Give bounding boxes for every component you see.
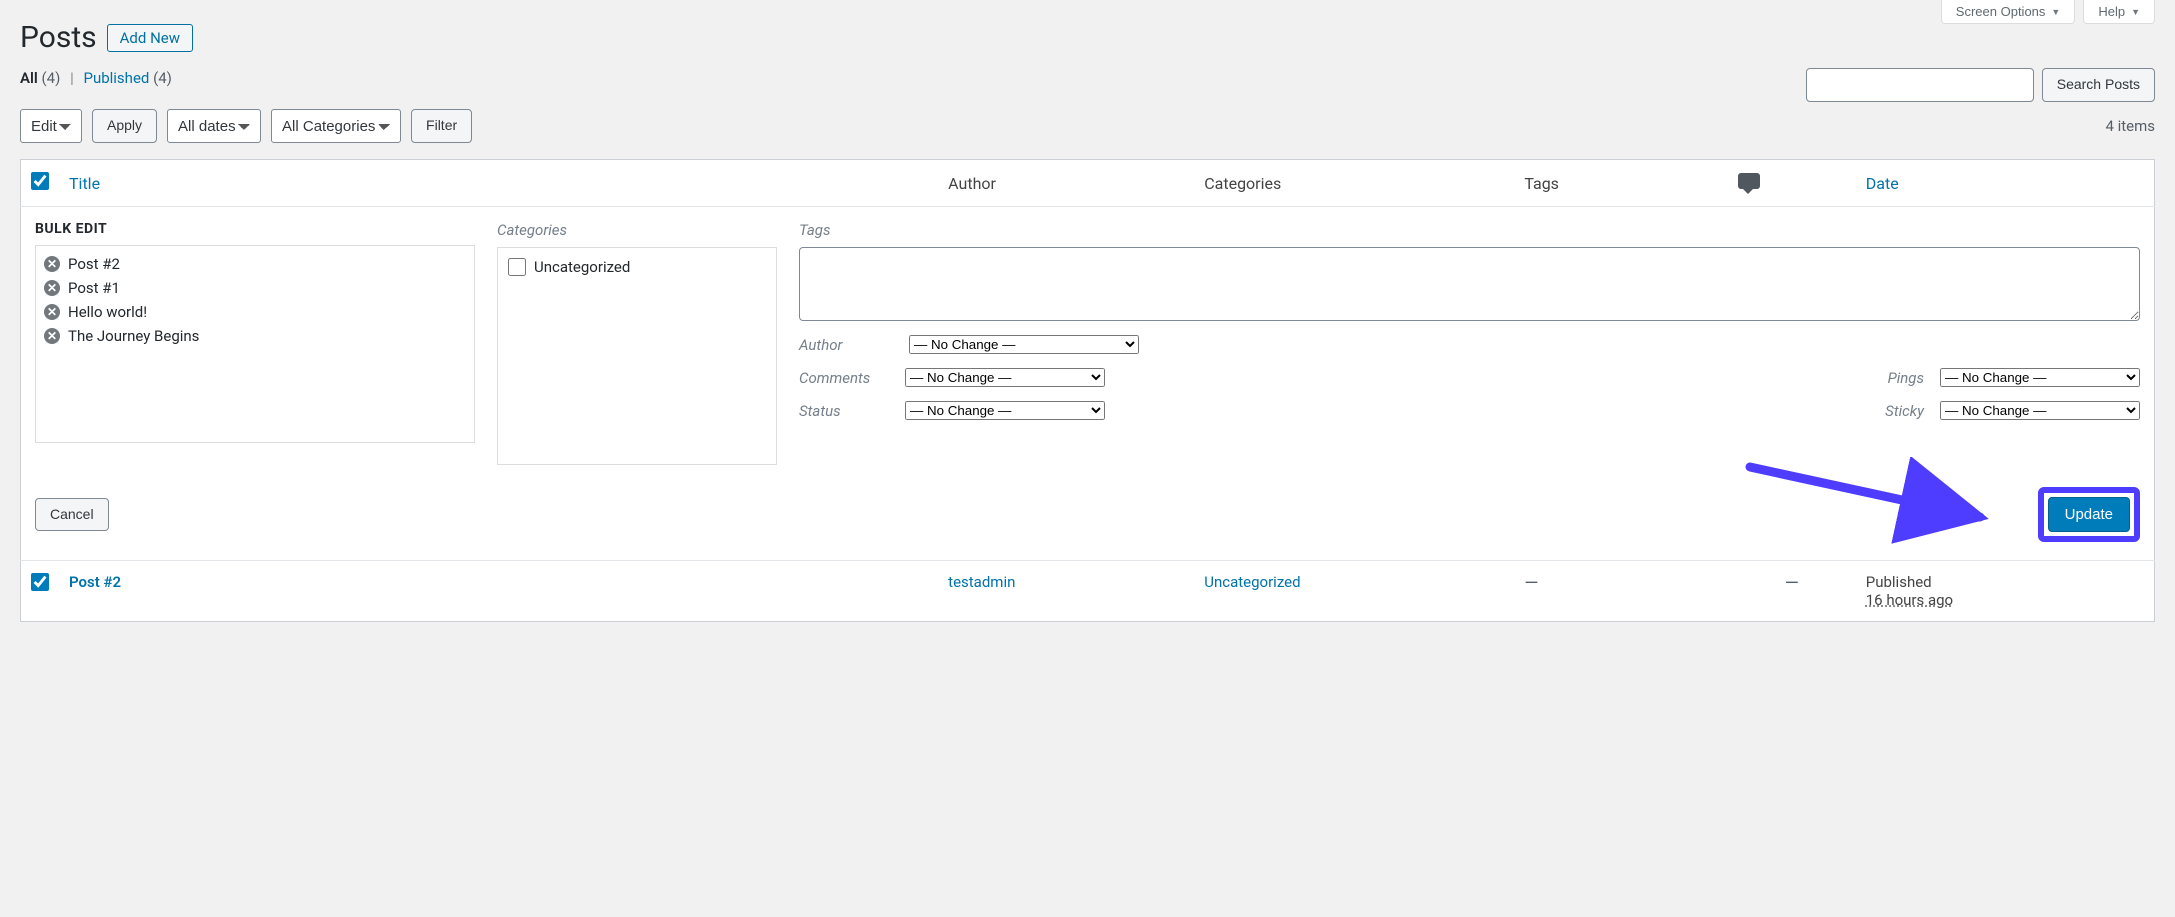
comments-label: Comments (799, 369, 889, 387)
status-label: Status (799, 402, 889, 420)
remove-icon[interactable]: ✕ (44, 256, 60, 272)
column-title[interactable]: Title (69, 174, 100, 193)
view-all-count: (4) (42, 69, 61, 87)
screen-options-label: Screen Options (1956, 4, 2046, 19)
cancel-button[interactable]: Cancel (35, 498, 109, 532)
view-published-count: (4) (153, 69, 172, 87)
row-title-link[interactable]: Post #2 (69, 573, 121, 591)
bulk-titles-list[interactable]: ✕ Post #2 ✕ Post #1 ✕ Hello world! (35, 245, 475, 443)
help-label: Help (2098, 4, 2125, 19)
view-all-label[interactable]: All (20, 69, 38, 87)
row-comments: — (1785, 573, 1799, 594)
chevron-down-icon: ▼ (2051, 7, 2060, 17)
categories-filter-select[interactable]: All Categories (271, 109, 401, 143)
remove-icon[interactable]: ✕ (44, 328, 60, 344)
chevron-down-icon: ▼ (2131, 7, 2140, 17)
row-checkbox[interactable] (31, 573, 49, 591)
row-category-link[interactable]: Uncategorized (1204, 573, 1300, 591)
filter-button[interactable]: Filter (411, 109, 472, 143)
help-toggle[interactable]: Help ▼ (2083, 0, 2155, 24)
remove-icon[interactable]: ✕ (44, 304, 60, 320)
bulk-categories-label: Categories (497, 221, 777, 239)
pings-label: Pings (1844, 369, 1924, 387)
status-select[interactable]: — No Change — (905, 401, 1105, 420)
author-label: Author (799, 336, 889, 354)
bulk-title-item: ✕ Post #1 (44, 276, 466, 300)
column-author: Author (938, 160, 1194, 207)
apply-button[interactable]: Apply (92, 109, 157, 143)
view-published-link[interactable]: Published (83, 69, 149, 87)
dates-filter-select[interactable]: All dates (167, 109, 261, 143)
table-row: Post #2 testadmin Uncategorized — — Publ… (21, 561, 2155, 622)
row-author-link[interactable]: testadmin (948, 573, 1015, 591)
annotation-arrow (1740, 457, 2000, 547)
bulk-edit-heading: BULK EDIT (35, 221, 475, 237)
column-tags: Tags (1514, 160, 1727, 207)
items-count: 4 items (2105, 117, 2155, 135)
author-select[interactable]: — No Change — (909, 335, 1139, 354)
column-comments (1728, 160, 1856, 207)
row-tags: — (1524, 573, 1538, 594)
row-date-when: 16 hours ago (1866, 591, 1953, 609)
bulk-title-text: Post #2 (68, 255, 120, 273)
page-title: Posts (20, 20, 97, 55)
sticky-select[interactable]: — No Change — (1940, 401, 2140, 420)
bulk-title-text: Post #1 (68, 279, 120, 297)
select-all-checkbox[interactable] (31, 172, 49, 190)
pings-select[interactable]: — No Change — (1940, 368, 2140, 387)
row-date-status: Published (1866, 573, 2144, 591)
search-posts-button[interactable]: Search Posts (2042, 68, 2155, 102)
bulk-title-item: ✕ Post #2 (44, 252, 466, 276)
bulk-tags-label: Tags (799, 221, 2140, 239)
update-button[interactable]: Update (2048, 497, 2130, 532)
search-input[interactable] (1806, 68, 2034, 102)
category-checkbox[interactable] (508, 258, 526, 276)
category-checklist[interactable]: Uncategorized (497, 247, 777, 465)
tags-textarea[interactable] (799, 247, 2140, 321)
category-item[interactable]: Uncategorized (508, 258, 766, 276)
comment-bubble-icon (1738, 173, 1760, 189)
bulk-title-item: ✕ Hello world! (44, 300, 466, 324)
column-date[interactable]: Date (1866, 174, 1899, 193)
screen-options-toggle[interactable]: Screen Options ▼ (1941, 0, 2076, 24)
separator: | (70, 69, 74, 87)
column-categories: Categories (1194, 160, 1514, 207)
category-name: Uncategorized (534, 258, 630, 276)
bulk-title-item: ✕ The Journey Begins (44, 324, 466, 348)
bulk-title-text: Hello world! (68, 303, 147, 321)
remove-icon[interactable]: ✕ (44, 280, 60, 296)
sticky-label: Sticky (1844, 402, 1924, 420)
annotation-highlight: Update (2038, 487, 2140, 542)
comments-select[interactable]: — No Change — (905, 368, 1105, 387)
bulk-title-text: The Journey Begins (68, 327, 199, 345)
bulk-action-select[interactable]: Edit (20, 109, 82, 143)
add-new-button[interactable]: Add New (107, 24, 193, 52)
